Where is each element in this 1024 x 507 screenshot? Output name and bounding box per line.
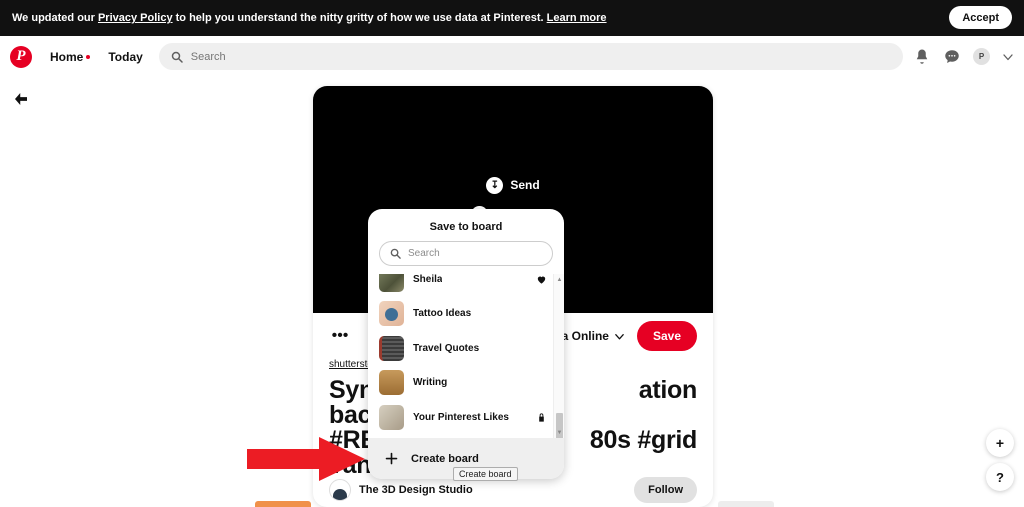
- search-icon: [171, 51, 183, 63]
- board-search-bar[interactable]: [379, 241, 553, 266]
- add-button[interactable]: +: [986, 429, 1014, 457]
- board-list-scroll-content: Sheila Tattoo Ideas Travel Quotes: [368, 274, 553, 435]
- avatar[interactable]: P: [973, 48, 990, 65]
- board-list-scrollbar[interactable]: ▲ ▼: [553, 274, 564, 438]
- pin-title-fragment: ation: [639, 378, 697, 403]
- search-input[interactable]: [191, 51, 891, 63]
- nav-icon-group: P: [913, 48, 1014, 66]
- nav-item-today[interactable]: Today: [108, 50, 142, 64]
- message-icon[interactable]: [943, 48, 961, 66]
- board-name: Writing: [413, 377, 447, 388]
- plus-icon: [384, 451, 399, 466]
- heart-icon: [536, 274, 547, 285]
- board-thumbnail: [379, 405, 404, 430]
- board-thumbnail: [379, 336, 404, 361]
- follow-button[interactable]: Follow: [634, 477, 697, 503]
- create-board-label: Create board: [411, 453, 479, 465]
- board-row-writing[interactable]: Writing: [368, 366, 553, 401]
- save-to-board-modal: Save to board Sheila: [368, 209, 564, 479]
- board-thumbnail: [379, 274, 404, 292]
- chevron-down-icon[interactable]: [1002, 51, 1014, 63]
- board-list: Sheila Tattoo Ideas Travel Quotes: [368, 274, 564, 438]
- chevron-down-icon: [614, 331, 625, 342]
- board-row-travel-quotes[interactable]: Travel Quotes: [368, 331, 553, 366]
- grid-pin-peek-right[interactable]: [718, 501, 774, 507]
- scroll-down-arrow-icon[interactable]: ▼: [554, 427, 564, 438]
- privacy-policy-link[interactable]: Privacy Policy: [98, 12, 173, 24]
- nav-home-label: Home: [50, 50, 83, 64]
- privacy-banner: We updated our Privacy Policy to help yo…: [0, 0, 1024, 36]
- board-name: Your Pinterest Likes: [413, 412, 509, 423]
- lock-icon: [536, 412, 547, 423]
- pinterest-pin-page: We updated our Privacy Policy to help yo…: [0, 0, 1024, 507]
- board-row-tattoo-ideas[interactable]: Tattoo Ideas: [368, 297, 553, 332]
- nav-item-home[interactable]: Home: [50, 50, 90, 64]
- modal-title: Save to board: [368, 209, 564, 241]
- back-arrow-icon[interactable]: [12, 90, 30, 108]
- send-icon: ↧: [486, 177, 503, 194]
- grid-pin-peek-left[interactable]: [255, 501, 311, 507]
- home-notification-dot-icon: [86, 55, 90, 59]
- author-name[interactable]: The 3D Design Studio: [359, 484, 473, 496]
- board-name: Tattoo Ideas: [413, 308, 471, 319]
- search-icon: [390, 248, 401, 259]
- board-row-your-pinterest-likes[interactable]: Your Pinterest Likes: [368, 400, 553, 435]
- share-option-send-label: Send: [510, 178, 539, 192]
- create-board-tooltip: Create board: [453, 467, 518, 481]
- save-button[interactable]: Save: [637, 321, 697, 351]
- pin-title-fragment: 80s #grid: [590, 428, 697, 453]
- board-name: Travel Quotes: [413, 343, 479, 354]
- banner-text-middle: to help you understand the nitty gritty …: [173, 12, 547, 24]
- nav-today-label: Today: [108, 50, 142, 64]
- scroll-up-arrow-icon[interactable]: ▲: [554, 274, 564, 285]
- bell-icon[interactable]: [913, 48, 931, 66]
- privacy-banner-text: We updated our Privacy Policy to help yo…: [12, 12, 607, 24]
- help-button[interactable]: ?: [986, 463, 1014, 491]
- board-thumbnail: [379, 370, 404, 395]
- more-options-icon[interactable]: •••: [329, 325, 351, 347]
- top-navigation-bar: P Home Today P: [0, 36, 1024, 77]
- pinterest-logo-icon[interactable]: P: [10, 46, 32, 68]
- share-option-send[interactable]: ↧ Send: [486, 177, 539, 194]
- banner-text-before: We updated our: [12, 12, 98, 24]
- board-search-input[interactable]: [408, 248, 542, 259]
- board-thumbnail: [379, 301, 404, 326]
- author-avatar[interactable]: [329, 479, 351, 501]
- learn-more-link[interactable]: Learn more: [547, 12, 607, 24]
- board-row-sheila[interactable]: Sheila: [368, 274, 553, 297]
- search-bar[interactable]: [159, 43, 903, 70]
- accept-button[interactable]: Accept: [949, 6, 1012, 29]
- board-name: Sheila: [413, 274, 442, 285]
